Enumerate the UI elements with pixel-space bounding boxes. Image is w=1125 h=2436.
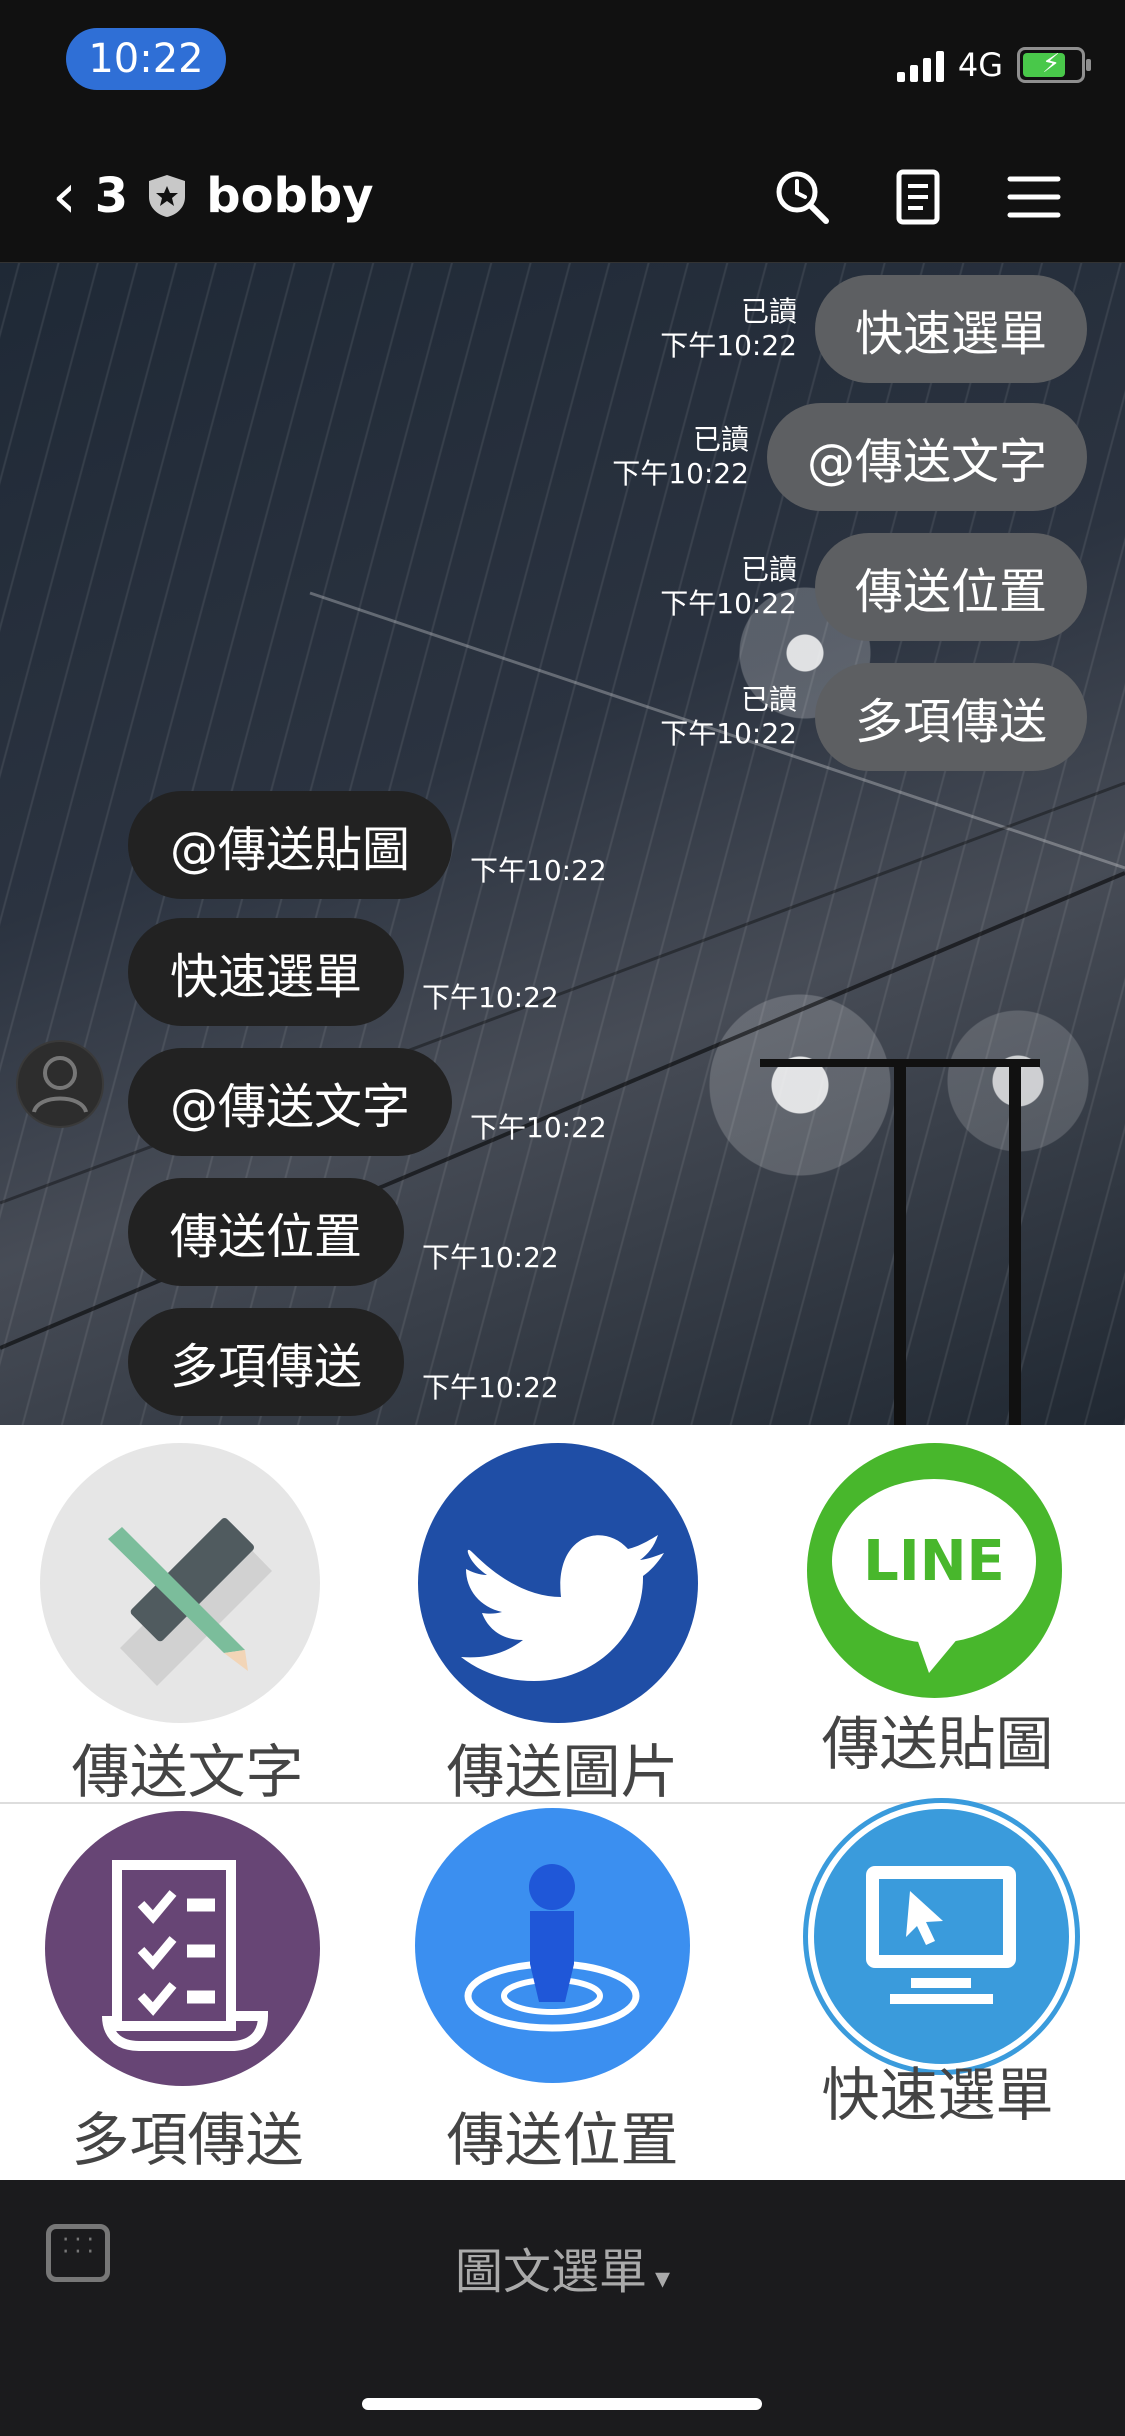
message-meta: 已讀 下午10:22 [660,553,797,621]
status-indicators: 4G ⚡ [896,46,1091,84]
message-bubble[interactable]: @傳送文字 [128,1048,453,1156]
search-icon[interactable] [773,168,831,226]
rich-menu-title: 圖文選單 [454,2244,647,2300]
read-status: 已讀 [740,295,797,328]
incoming-message[interactable]: @傳送文字 下午10:22 [128,1048,607,1156]
rich-menu-label: 快速選單 [821,2061,1054,2129]
message-meta: 已讀 下午10:22 [612,423,749,491]
message-meta: 已讀 下午10:22 [660,295,797,363]
shield-icon [149,175,186,217]
dropdown-arrow-icon: ▾ [654,2261,671,2296]
message-bubble[interactable]: 快速選單 [128,918,405,1026]
read-status: 已讀 [740,553,797,586]
outgoing-message[interactable]: 已讀 下午10:22 快速選單 [660,275,1087,383]
rich-menu-item-quick-menu[interactable]: 快速選單 [750,1803,1125,2180]
rich-menu-item-send-text[interactable]: 傳送文字 [0,1425,375,1806]
read-status: 已讀 [692,423,749,456]
status-bar: 10:22 4G ⚡ [0,0,1125,130]
incoming-message[interactable]: @傳送貼圖 下午10:22 [128,791,607,899]
message-bubble[interactable]: 多項傳送 [814,663,1087,771]
message-time: 下午10:22 [660,587,797,620]
incoming-message[interactable]: 多項傳送 下午10:22 [128,1308,559,1416]
back-icon[interactable]: ‹ [52,165,77,227]
rich-menu: 傳送文字 傳送圖片 LINE 傳送貼圖 多項傳送 傳送位置 快速選單 [0,1425,1125,2180]
message-time: 下午10:22 [422,1371,559,1404]
message-bubble[interactable]: @傳送文字 [766,403,1087,511]
rich-menu-label: 傳送文字 [71,1738,304,1806]
checklist-icon [45,1811,320,2086]
message-time: 下午10:22 [612,457,749,490]
bottom-input-bar: 圖文選單▾ [0,2180,1125,2436]
outgoing-message[interactable]: 已讀 下午10:22 多項傳送 [660,663,1087,771]
rich-menu-label: 傳送貼圖 [821,1710,1054,1778]
line-logo-icon: LINE [807,1443,1062,1698]
rich-menu-item-send-location[interactable]: 傳送位置 [375,1803,750,2180]
outgoing-message[interactable]: 已讀 下午10:22 傳送位置 [660,533,1087,641]
unread-count[interactable]: 3 [95,168,128,224]
message-bubble[interactable]: 傳送位置 [128,1178,405,1286]
signal-icon [896,48,944,82]
incoming-message[interactable]: 快速選單 下午10:22 [128,918,559,1026]
rich-menu-label: 傳送位置 [446,2106,679,2174]
message-meta: 已讀 下午10:22 [660,683,797,751]
line-logo-text: LINE [863,1529,1005,1594]
message-bubble[interactable]: @傳送貼圖 [128,791,453,899]
message-time: 下午10:22 [470,854,607,887]
message-time: 下午10:22 [422,1241,559,1274]
chat-header: ‹ 3 bobby [0,130,1125,263]
rich-menu-toggle[interactable]: 圖文選單 ▾ [0,2232,1125,2302]
rich-menu-item-multi-send[interactable]: 多項傳送 [0,1803,375,2180]
rich-menu-item-send-image[interactable]: 傳送圖片 [375,1425,750,1806]
chat-title: bobby [206,168,374,224]
header-actions [773,168,1063,226]
message-bubble[interactable]: 傳送位置 [814,533,1087,641]
read-status: 已讀 [740,683,797,716]
message-time: 下午10:22 [470,1111,607,1144]
person-icon [32,1056,88,1113]
incoming-message[interactable]: 傳送位置 下午10:22 [128,1178,559,1286]
rich-menu-label: 多項傳送 [71,2106,304,2174]
message-time: 下午10:22 [422,981,559,1014]
monitor-pointer-icon [808,1803,1075,2070]
rich-menu-label: 傳送圖片 [446,1738,679,1806]
network-type: 4G [957,46,1003,84]
battery-icon: ⚡ [1017,47,1091,83]
message-time: 下午10:22 [660,329,797,362]
header-left: ‹ 3 bobby [52,165,374,227]
ruler-pencil-icon [40,1443,320,1723]
message-time: 下午10:22 [660,717,797,750]
notes-icon[interactable] [889,168,947,226]
status-time: 10:22 [66,28,226,90]
avatar[interactable] [16,1040,104,1128]
twitter-bird-icon [418,1443,698,1723]
message-bubble[interactable]: 快速選單 [814,275,1087,383]
menu-icon[interactable] [1005,168,1063,226]
home-indicator[interactable] [362,2398,762,2410]
outgoing-message[interactable]: 已讀 下午10:22 @傳送文字 [612,403,1087,511]
chat-area[interactable]: 已讀 下午10:22 快速選單 已讀 下午10:22 @傳送文字 已讀 下午10:22… [0,263,1125,1425]
rich-menu-item-send-sticker[interactable]: LINE 傳送貼圖 [750,1425,1125,1802]
message-bubble[interactable]: 多項傳送 [128,1308,405,1416]
location-person-icon [415,1808,690,2083]
